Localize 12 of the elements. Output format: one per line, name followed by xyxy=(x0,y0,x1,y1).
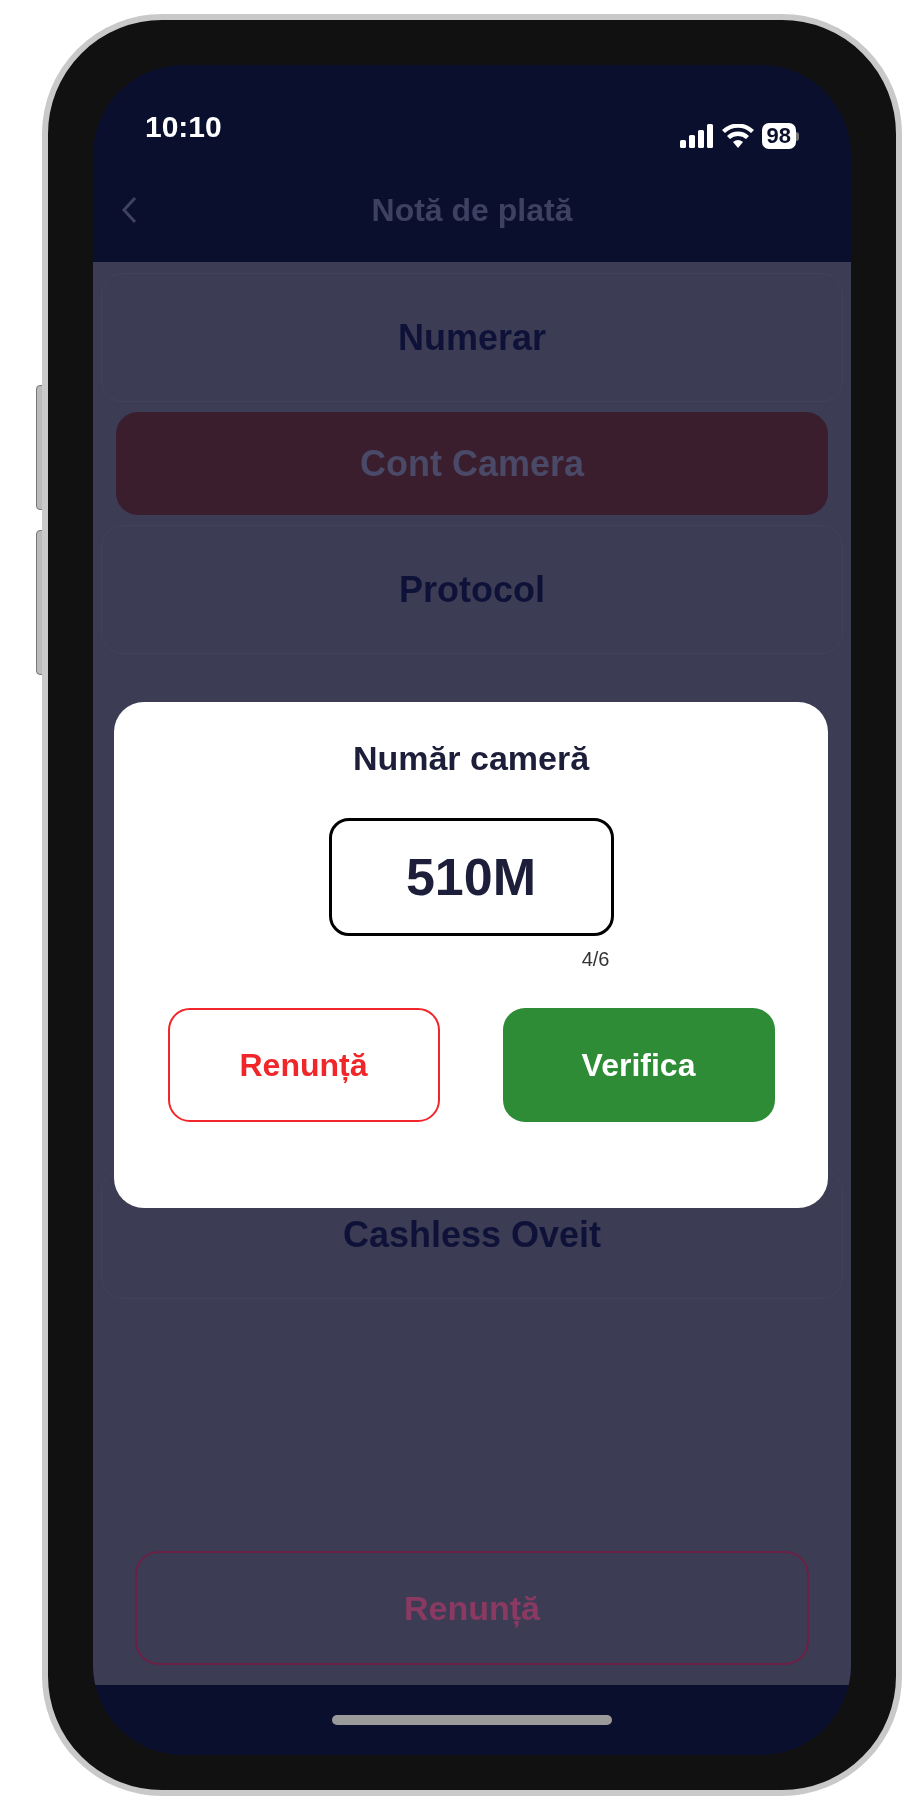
signal-icon xyxy=(679,124,714,148)
back-icon[interactable] xyxy=(121,195,137,224)
room-number-field[interactable]: 510M xyxy=(328,818,614,936)
wifi-icon xyxy=(721,124,754,148)
battery-level: 98 xyxy=(761,123,796,149)
payment-option[interactable]: Cont Camera xyxy=(116,412,828,515)
status-time: 10:10 xyxy=(145,109,222,145)
character-counter: 4/6 xyxy=(581,947,610,972)
dialog-cancel-button[interactable]: Renunță xyxy=(167,1008,440,1122)
verify-button[interactable]: Verifica xyxy=(502,1008,775,1122)
cancel-button[interactable]: Renunță xyxy=(135,1551,809,1665)
dialog-title: Număr cameră xyxy=(352,738,590,779)
